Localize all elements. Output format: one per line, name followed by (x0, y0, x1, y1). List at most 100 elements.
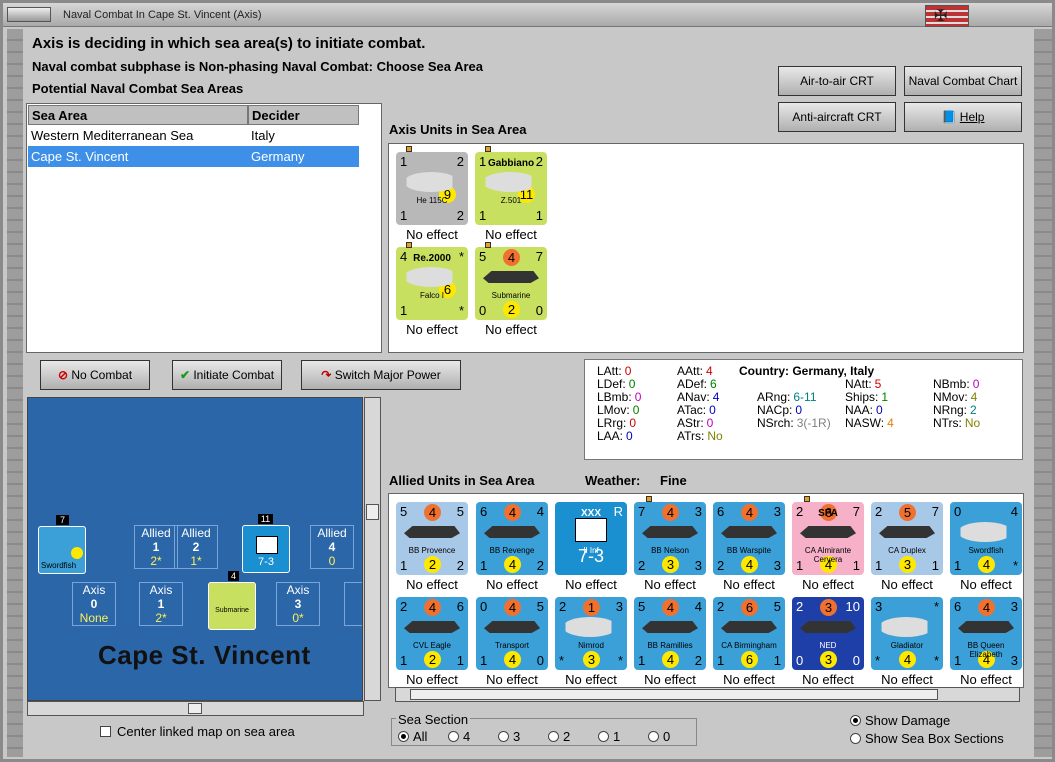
unit-counter[interactable]: 5 7 0 0 4 2 Submarine (475, 247, 547, 320)
radio-button[interactable] (850, 715, 861, 726)
allied-sea-box[interactable]: Allied 1 2* (134, 525, 178, 569)
table-row-selected[interactable]: Cape St. Vincent Germany (28, 146, 359, 167)
radio-button[interactable] (598, 731, 609, 742)
sea-area-map[interactable]: Allied 1 2* Allied 2 1* Allied 4 0 Axis … (27, 397, 363, 701)
allied-sea-box[interactable]: Allied 4 0 (310, 525, 354, 569)
unit-name: Falco I (419, 291, 444, 300)
unit-name: BB Queen Elizabeth (967, 641, 1005, 659)
switch-major-power-button[interactable]: ↷ Switch Major Power (301, 360, 461, 390)
sea-section-option[interactable]: 4 (448, 729, 470, 744)
radio-button[interactable] (448, 731, 459, 742)
radio-button[interactable] (850, 733, 861, 744)
unit-counter[interactable]: 6 4 1 2 4 4 BB Revenge (476, 502, 548, 575)
map-vertical-scrollbar[interactable] (364, 397, 381, 701)
sea-section-option[interactable]: 3 (498, 729, 520, 744)
allied-sea-box[interactable]: Allied 2 1* (174, 525, 218, 569)
axis-sea-box[interactable]: A (344, 582, 362, 626)
unit-value: 2 (717, 599, 725, 614)
stat-value: 0 (972, 377, 980, 391)
stat-value: No (964, 416, 981, 430)
sea-section-option[interactable]: 2 (548, 729, 570, 744)
unit-counter[interactable]: 6 3 2 3 4 4 BB Warspite (713, 502, 785, 575)
allied-horizontal-scrollbar[interactable] (395, 687, 1020, 702)
unit-counter[interactable]: 3 * * * 4 Gladiator (871, 597, 943, 670)
unit-value: 5 (773, 599, 781, 614)
scroll-thumb[interactable] (188, 703, 202, 714)
unit-counter[interactable]: 2 3 * * 1 3 Nimrod (555, 597, 627, 670)
table-row[interactable]: Western Mediterranean Sea Italy (28, 125, 359, 146)
unit-value: 1 (638, 653, 646, 668)
naval-combat-chart-button[interactable]: Naval Combat Chart (904, 66, 1022, 96)
nationality-marker (804, 496, 810, 502)
unit-counter[interactable]: 0 5 1 0 4 4 Transport (476, 597, 548, 670)
scroll-thumb[interactable] (410, 689, 938, 700)
effect-label: No effect (485, 322, 537, 337)
radio-button[interactable] (648, 731, 659, 742)
table-header: Sea Area Decider (28, 105, 359, 125)
map-horizontal-scrollbar[interactable] (27, 701, 364, 716)
axis-sea-box[interactable]: Axis 0 None (72, 582, 116, 626)
unit-counter[interactable]: 4 * 1 * 6 Re.2000 Falco I (396, 247, 468, 320)
air-to-air-crt-button[interactable]: Air-to-air CRT (778, 66, 896, 96)
unit-counter[interactable]: 5 4 1 2 4 4 BB Ramillies (634, 597, 706, 670)
attack-circle: 4 (503, 249, 520, 266)
stat-item: LAA: 0 (597, 429, 633, 443)
checkbox-box[interactable] (100, 726, 111, 737)
unit-counter[interactable]: 5 5 1 2 4 2 BB Provence (396, 502, 468, 575)
unit-name: CA Duplex (888, 546, 926, 555)
axis-sea-box[interactable]: Axis 1 2* (139, 582, 183, 626)
center-map-label: Center linked map on sea area (117, 724, 295, 739)
radio-button[interactable] (398, 731, 409, 742)
help-button[interactable]: 📘 Help (904, 102, 1022, 132)
axis-sea-box[interactable]: Axis 3 0* (276, 582, 320, 626)
map-unit-swordfish[interactable]: Swordfish (38, 526, 86, 574)
sea-area-column-header[interactable]: Sea Area (28, 105, 248, 125)
anti-aircraft-crt-button[interactable]: Anti-aircraft CRT (778, 102, 896, 132)
sea-area-cell: Western Mediterranean Sea (31, 128, 194, 143)
system-menu-button[interactable] (7, 7, 51, 22)
scroll-thumb[interactable] (366, 504, 379, 520)
unit-counter[interactable]: 1 2 1 2 9 He 115C (396, 152, 468, 225)
center-map-checkbox[interactable]: Center linked map on sea area (100, 724, 295, 739)
radio-button[interactable] (498, 731, 509, 742)
no-combat-button[interactable]: ⊘ No Combat (40, 360, 150, 390)
unit-counter[interactable]: 6 3 1 3 4 4 BB Queen Elizabeth (950, 597, 1022, 670)
effect-label: No effect (406, 322, 458, 337)
unit-counter[interactable]: 7 3 2 3 4 3 BB Nelson (634, 502, 706, 575)
decider-column-header[interactable]: Decider (248, 105, 359, 125)
checkmark-icon: ✔ (179, 368, 190, 382)
unit-value: 4 (1010, 504, 1018, 519)
stack-count: 7 (56, 515, 69, 525)
attack-circle: 4 (741, 504, 758, 521)
show-sea-box-sections-radio[interactable]: Show Sea Box Sections (850, 731, 1004, 746)
unit-value: 3 (615, 599, 623, 614)
unit-value: 1 (400, 154, 408, 169)
unit-counter[interactable]: 2 7 1 1 5 3 CA Duplex (871, 502, 943, 575)
axis-units-label: Axis Units in Sea Area (389, 122, 527, 137)
map-unit-infantry[interactable]: 7-3 (242, 525, 290, 573)
initiate-combat-label: Initiate Combat (193, 368, 275, 382)
map-unit-submarine[interactable]: Submarine (208, 582, 256, 630)
sea-section-option[interactable]: 0 (648, 729, 670, 744)
unit-counter[interactable]: R XXX 7-3 II Inf (555, 502, 627, 575)
sea-section-option[interactable]: All (398, 729, 427, 744)
unit-counter[interactable]: 2 7 1 1 6 4 SPA CA Almirante Cervera (792, 502, 864, 575)
unit-counter[interactable]: 1 2 1 1 11 Gabbiano Z.501 (475, 152, 547, 225)
unit-value: 6 (480, 504, 488, 519)
unit-counter[interactable]: 2 10 0 0 3 3 NED (792, 597, 864, 670)
effect-label: No effect (565, 672, 617, 687)
unit-counter[interactable]: 2 5 1 1 6 6 CA Birmingham (713, 597, 785, 670)
radio-button[interactable] (548, 731, 559, 742)
effect-label: No effect (802, 577, 854, 592)
unit-counter[interactable]: 0 4 1 * 4 Swordfish (950, 502, 1022, 575)
stat-value: 0 (632, 403, 640, 417)
box-label: Allied (181, 526, 211, 540)
ship-icon (958, 621, 1014, 633)
ship-icon (484, 621, 540, 633)
stat-value: 0 (628, 377, 636, 391)
unit-counter[interactable]: 2 6 1 1 4 2 CVL Eagle (396, 597, 468, 670)
stat-item: NMov: 4 (933, 390, 977, 404)
initiate-combat-button[interactable]: ✔ Initiate Combat (172, 360, 282, 390)
sea-section-option[interactable]: 1 (598, 729, 620, 744)
show-damage-radio[interactable]: Show Damage (850, 713, 950, 728)
